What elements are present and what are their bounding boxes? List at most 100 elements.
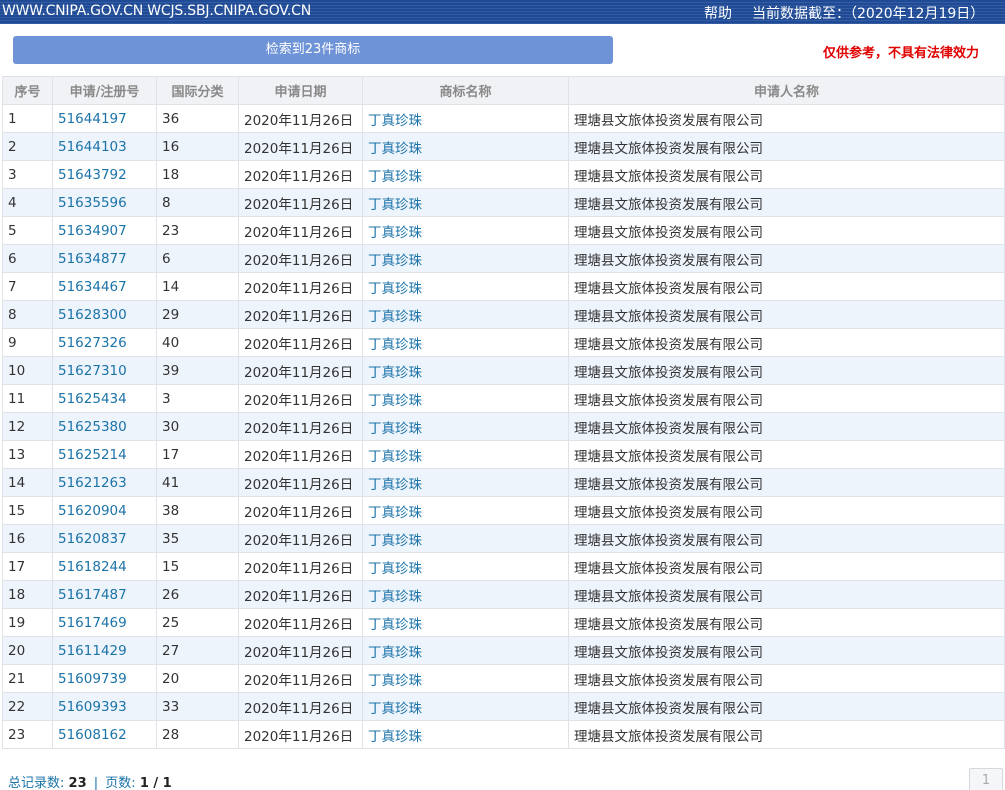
site-links[interactable]: WWW.CNIPA.GOV.CN WCJS.SBJ.CNIPA.GOV.CN xyxy=(2,3,311,19)
reg-number-link[interactable]: 51625214 xyxy=(52,440,157,469)
trademark-name-link[interactable]: 丁真珍珠 xyxy=(362,524,569,553)
applicant-name: 理塘县文旅体投资发展有限公司 xyxy=(568,272,1005,301)
reg-number-link[interactable]: 51625434 xyxy=(52,384,157,413)
pages-label: 页数: xyxy=(105,776,136,790)
applicant-name: 理塘县文旅体投资发展有限公司 xyxy=(568,188,1005,217)
reg-number-link[interactable]: 51628300 xyxy=(52,300,157,329)
trademark-name-link[interactable]: 丁真珍珠 xyxy=(362,720,569,749)
result-count-button[interactable]: 检索到23件商标 xyxy=(13,36,613,64)
col-header-applicant[interactable]: 申请人名称 xyxy=(568,76,1005,105)
reg-number-link[interactable]: 51609739 xyxy=(52,664,157,693)
trademark-name-link[interactable]: 丁真珍珠 xyxy=(362,160,569,189)
trademark-name-link[interactable]: 丁真珍珠 xyxy=(362,356,569,385)
trademark-name-link[interactable]: 丁真珍珠 xyxy=(362,244,569,273)
reg-number-link[interactable]: 51611429 xyxy=(52,636,157,665)
intl-class: 38 xyxy=(156,496,239,525)
table-row: 11 51625434 3 2020年11月26日 丁真珍珠 理塘县文旅体投资发展有限公司 xyxy=(2,384,1005,413)
table-row: 3 51643792 18 2020年11月26日 丁真珍珠 理塘县文旅体投资发展有限公司 xyxy=(2,160,1005,189)
row-index: 22 xyxy=(2,692,53,721)
trademark-name-link[interactable]: 丁真珍珠 xyxy=(362,300,569,329)
filing-date: 2020年11月26日 xyxy=(238,608,363,637)
reg-number-link[interactable]: 51643792 xyxy=(52,160,157,189)
applicant-name: 理塘县文旅体投资发展有限公司 xyxy=(568,608,1005,637)
reg-number-link[interactable]: 51634467 xyxy=(52,272,157,301)
filing-date: 2020年11月26日 xyxy=(238,720,363,749)
trademark-name-link[interactable]: 丁真珍珠 xyxy=(362,328,569,357)
total-records-label: 总记录数: xyxy=(8,776,65,790)
applicant-name: 理塘县文旅体投资发展有限公司 xyxy=(568,720,1005,749)
applicant-name: 理塘县文旅体投资发展有限公司 xyxy=(568,300,1005,329)
col-header-filing-date[interactable]: 申请日期 xyxy=(238,76,363,105)
reg-number-link[interactable]: 51644197 xyxy=(52,104,157,133)
trademark-name-link[interactable]: 丁真珍珠 xyxy=(362,496,569,525)
trademark-name-link[interactable]: 丁真珍珠 xyxy=(362,552,569,581)
trademark-name-link[interactable]: 丁真珍珠 xyxy=(362,580,569,609)
col-header-trademark-name[interactable]: 商标名称 xyxy=(362,76,569,105)
table-row: 20 51611429 27 2020年11月26日 丁真珍珠 理塘县文旅体投资发展有限公… xyxy=(2,636,1005,665)
reg-number-link[interactable]: 51618244 xyxy=(52,552,157,581)
intl-class: 26 xyxy=(156,580,239,609)
row-index: 6 xyxy=(2,244,53,273)
intl-class: 23 xyxy=(156,216,239,245)
reg-number-link[interactable]: 51617487 xyxy=(52,580,157,609)
trademark-name-link[interactable]: 丁真珍珠 xyxy=(362,104,569,133)
trademark-name-link[interactable]: 丁真珍珠 xyxy=(362,692,569,721)
applicant-name: 理塘县文旅体投资发展有限公司 xyxy=(568,244,1005,273)
trademark-name-link[interactable]: 丁真珍珠 xyxy=(362,272,569,301)
reg-number-link[interactable]: 51621263 xyxy=(52,468,157,497)
row-index: 4 xyxy=(2,188,53,217)
data-as-of-date: 当前数据截至：（2020年12月19日） xyxy=(752,6,985,22)
trademark-name-link[interactable]: 丁真珍珠 xyxy=(362,132,569,161)
trademark-name-link[interactable]: 丁真珍珠 xyxy=(362,608,569,637)
col-header-intl-class[interactable]: 国际分类 xyxy=(156,76,239,105)
table-row: 14 51621263 41 2020年11月26日 丁真珍珠 理塘县文旅体投资发展有限公… xyxy=(2,468,1005,497)
trademark-name-link[interactable]: 丁真珍珠 xyxy=(362,440,569,469)
reg-number-link[interactable]: 51635596 xyxy=(52,188,157,217)
applicant-name: 理塘县文旅体投资发展有限公司 xyxy=(568,132,1005,161)
filing-date: 2020年11月26日 xyxy=(238,636,363,665)
applicant-name: 理塘县文旅体投资发展有限公司 xyxy=(568,328,1005,357)
filing-date: 2020年11月26日 xyxy=(238,244,363,273)
table-row: 8 51628300 29 2020年11月26日 丁真珍珠 理塘县文旅体投资发展有限公司 xyxy=(2,300,1005,329)
trademark-name-link[interactable]: 丁真珍珠 xyxy=(362,468,569,497)
reg-number-link[interactable]: 51627310 xyxy=(52,356,157,385)
reg-number-link[interactable]: 51634907 xyxy=(52,216,157,245)
reg-number-link[interactable]: 51625380 xyxy=(52,412,157,441)
applicant-name: 理塘县文旅体投资发展有限公司 xyxy=(568,664,1005,693)
intl-class: 16 xyxy=(156,132,239,161)
filing-date: 2020年11月26日 xyxy=(238,412,363,441)
reg-number-link[interactable]: 51609393 xyxy=(52,692,157,721)
table-row: 10 51627310 39 2020年11月26日 丁真珍珠 理塘县文旅体投资发展有限公… xyxy=(2,356,1005,385)
trademark-name-link[interactable]: 丁真珍珠 xyxy=(362,664,569,693)
intl-class: 14 xyxy=(156,272,239,301)
reg-number-link[interactable]: 51620837 xyxy=(52,524,157,553)
reg-number-link[interactable]: 51620904 xyxy=(52,496,157,525)
reg-number-link[interactable]: 51617469 xyxy=(52,608,157,637)
trademark-name-link[interactable]: 丁真珍珠 xyxy=(362,384,569,413)
reg-number-link[interactable]: 51608162 xyxy=(52,720,157,749)
page-number-button[interactable]: 1 xyxy=(969,768,1003,790)
trademark-name-link[interactable]: 丁真珍珠 xyxy=(362,188,569,217)
intl-class: 41 xyxy=(156,468,239,497)
help-link[interactable]: 帮助 xyxy=(704,3,732,23)
intl-class: 25 xyxy=(156,608,239,637)
filing-date: 2020年11月26日 xyxy=(238,580,363,609)
reg-number-link[interactable]: 51634877 xyxy=(52,244,157,273)
reg-number-link[interactable]: 51644103 xyxy=(52,132,157,161)
applicant-name: 理塘县文旅体投资发展有限公司 xyxy=(568,468,1005,497)
filing-date: 2020年11月26日 xyxy=(238,552,363,581)
applicant-name: 理塘县文旅体投资发展有限公司 xyxy=(568,160,1005,189)
filing-date: 2020年11月26日 xyxy=(238,160,363,189)
trademark-name-link[interactable]: 丁真珍珠 xyxy=(362,636,569,665)
results-table: 序号 申请/注册号 国际分类 申请日期 商标名称 申请人名称 1 51644197… xyxy=(2,76,1005,749)
filing-date: 2020年11月26日 xyxy=(238,496,363,525)
trademark-name-link[interactable]: 丁真珍珠 xyxy=(362,216,569,245)
trademark-name-link[interactable]: 丁真珍珠 xyxy=(362,412,569,441)
intl-class: 35 xyxy=(156,524,239,553)
applicant-name: 理塘县文旅体投资发展有限公司 xyxy=(568,524,1005,553)
intl-class: 28 xyxy=(156,720,239,749)
row-index: 9 xyxy=(2,328,53,357)
footer-separator: | xyxy=(93,776,99,790)
col-header-reg-number[interactable]: 申请/注册号 xyxy=(52,76,157,105)
reg-number-link[interactable]: 51627326 xyxy=(52,328,157,357)
